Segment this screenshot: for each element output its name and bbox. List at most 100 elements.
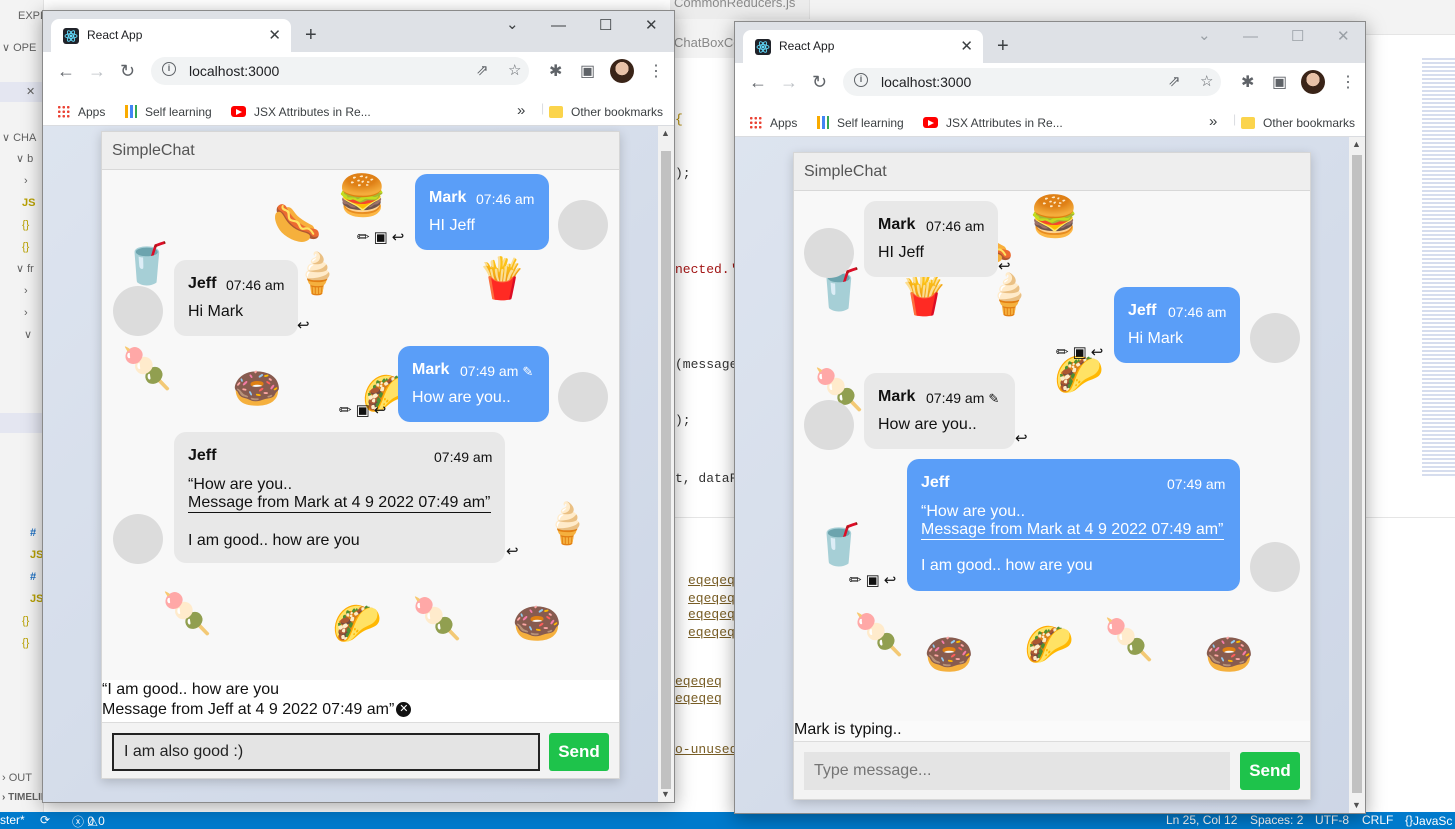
new-tab-icon[interactable]: + bbox=[305, 25, 317, 45]
bookmark-other[interactable]: Other bookmarks bbox=[1241, 116, 1355, 130]
selected-tree-item[interactable] bbox=[0, 413, 44, 433]
forward-icon[interactable]: → bbox=[780, 72, 798, 93]
encoding-status[interactable]: UTF-8 bbox=[1315, 813, 1349, 827]
tree-item[interactable]: ∨ bbox=[24, 325, 32, 345]
problem-link[interactable]: eqeqeq bbox=[675, 674, 722, 689]
tree-item[interactable]: › bbox=[24, 303, 28, 323]
bookmark-self-learning[interactable]: Self learning bbox=[817, 116, 904, 130]
message-bubble[interactable]: Mark 07:49 am ✎ How are you.. bbox=[864, 373, 1015, 449]
message-bubble[interactable]: Mark 07:49 am ✎ How are you.. bbox=[398, 346, 549, 422]
pencil-icon[interactable]: ✏ bbox=[849, 572, 862, 589]
archive-icon[interactable]: ▣ bbox=[356, 402, 370, 419]
scroll-up-icon[interactable]: ▲ bbox=[661, 128, 670, 138]
minimize-icon[interactable]: — bbox=[1243, 28, 1258, 45]
bookmarks-overflow[interactable]: » bbox=[1209, 113, 1217, 130]
extensions-icon[interactable]: ✱ bbox=[1241, 72, 1254, 92]
js-file-icon[interactable]: JS bbox=[22, 193, 35, 213]
bookmark-apps[interactable]: Apps bbox=[57, 105, 105, 119]
json-file-icon[interactable]: {} bbox=[22, 611, 29, 631]
info-icon[interactable]: i bbox=[162, 62, 176, 76]
sidepanel-icon[interactable]: ▣ bbox=[1272, 72, 1287, 92]
language-status[interactable]: {} JavaSc bbox=[1405, 813, 1452, 828]
page-scrollbar[interactable]: ▲ ▼ bbox=[1349, 137, 1365, 813]
reply-icon[interactable]: ↩ bbox=[998, 257, 1011, 275]
page-scrollbar[interactable]: ▲ ▼ bbox=[658, 126, 674, 802]
outline-section[interactable]: › OUT bbox=[2, 768, 32, 788]
open-editors-section[interactable]: ∨ OPE bbox=[2, 38, 36, 58]
pencil-icon[interactable]: ✏ bbox=[339, 402, 352, 419]
maximize-icon[interactable]: ☐ bbox=[1291, 27, 1304, 45]
back-icon[interactable]: ← bbox=[57, 61, 75, 82]
send-button[interactable]: Send bbox=[1240, 752, 1300, 790]
minimize-icon[interactable]: — bbox=[551, 17, 566, 34]
quoted-message[interactable]: “How are you.. Message from Mark at 4 9 … bbox=[921, 503, 1224, 540]
browser-tab[interactable]: React App ✕ bbox=[51, 19, 291, 52]
minimap[interactable] bbox=[1422, 58, 1455, 478]
send-button[interactable]: Send bbox=[549, 733, 609, 771]
message-input[interactable] bbox=[112, 733, 540, 771]
share-icon[interactable]: ⇗ bbox=[476, 61, 489, 79]
scroll-up-icon[interactable]: ▲ bbox=[1352, 139, 1361, 149]
archive-icon[interactable]: ▣ bbox=[1073, 344, 1087, 361]
json-file-icon[interactable]: {} bbox=[22, 633, 29, 653]
archive-icon[interactable]: ▣ bbox=[374, 229, 388, 246]
tree-item[interactable]: › bbox=[24, 281, 28, 301]
message-bubble[interactable]: Jeff 07:49 am “How are you.. Message fro… bbox=[907, 459, 1240, 591]
close-tab-icon[interactable]: ✕ bbox=[960, 37, 973, 55]
indentation-status[interactable]: Spaces: 2 bbox=[1250, 813, 1303, 827]
json-file-icon[interactable]: {} bbox=[22, 215, 29, 235]
address-bar[interactable]: i localhost:3000 ⇗ ☆ bbox=[843, 68, 1221, 96]
message-bubble[interactable]: Mark 07:46 am HI Jeff bbox=[864, 201, 998, 277]
chat-folder-section[interactable]: ∨ CHA bbox=[2, 128, 36, 148]
forward-icon[interactable]: → bbox=[88, 61, 106, 82]
problem-link[interactable]: eqeqeq bbox=[688, 573, 735, 588]
bookmark-self-learning[interactable]: Self learning bbox=[125, 105, 212, 119]
reply-icon[interactable]: ↩ bbox=[1091, 344, 1104, 361]
archive-icon[interactable]: ▣ bbox=[866, 572, 880, 589]
close-icon[interactable]: ✕ bbox=[396, 702, 412, 717]
sidepanel-icon[interactable]: ▣ bbox=[580, 61, 595, 81]
close-tab-icon[interactable]: ✕ bbox=[268, 26, 281, 44]
menu-icon[interactable]: ⋮ bbox=[648, 61, 664, 81]
css-file-icon[interactable]: # bbox=[30, 523, 36, 543]
json-file-icon[interactable]: {} bbox=[22, 237, 29, 257]
back-icon[interactable]: ← bbox=[749, 72, 767, 93]
reply-icon[interactable]: ↩ bbox=[884, 572, 897, 589]
scroll-down-icon[interactable]: ▼ bbox=[661, 789, 670, 799]
quoted-message[interactable]: “How are you.. Message from Mark at 4 9 … bbox=[188, 476, 491, 513]
tree-item[interactable]: ∨ b bbox=[16, 149, 33, 169]
browser-tab[interactable]: React App ✕ bbox=[743, 30, 983, 63]
problem-link[interactable]: eqeqeq bbox=[688, 625, 735, 640]
editor-tab[interactable]: CommonReducers.js bbox=[670, 0, 810, 19]
message-bubble[interactable]: Jeff 07:46 am Hi Mark bbox=[1114, 287, 1240, 363]
close-window-icon[interactable]: ✕ bbox=[1337, 27, 1350, 45]
problems-status[interactable]: ⓧ 0 ⚠ 0 bbox=[72, 813, 105, 829]
css-file-icon[interactable]: # bbox=[30, 567, 36, 587]
message-bubble[interactable]: Jeff 07:49 am “How are you.. Message fro… bbox=[174, 432, 505, 563]
message-bubble[interactable]: Mark 07:46 am HI Jeff bbox=[415, 174, 549, 250]
profile-avatar[interactable] bbox=[1301, 70, 1325, 94]
share-icon[interactable]: ⇗ bbox=[1168, 72, 1181, 90]
problem-link[interactable]: eqeqeq bbox=[688, 591, 735, 606]
selected-editor-row[interactable]: ✕ bbox=[0, 82, 44, 102]
pencil-icon[interactable]: ✏ bbox=[357, 229, 370, 246]
cursor-position[interactable]: Ln 25, Col 12 bbox=[1166, 813, 1237, 827]
bookmark-jsx[interactable]: JSX Attributes in Re... bbox=[923, 116, 1063, 130]
bookmark-apps[interactable]: Apps bbox=[749, 116, 797, 130]
bookmark-jsx[interactable]: JSX Attributes in Re... bbox=[231, 105, 371, 119]
reply-icon[interactable]: ↩ bbox=[392, 229, 405, 246]
tree-item[interactable]: › bbox=[24, 171, 28, 191]
chevron-down-icon[interactable]: ⌄ bbox=[506, 15, 519, 33]
star-icon[interactable]: ☆ bbox=[1200, 72, 1213, 90]
reply-icon[interactable]: ↩ bbox=[506, 542, 519, 560]
maximize-icon[interactable]: ☐ bbox=[599, 16, 612, 34]
message-list[interactable]: 🍔 🌭 🥤 🍦 🍟 🌮 🍩 🍡 🍦 🍡 🌮 🍡 🍩 Mark 07:46 am … bbox=[102, 170, 619, 680]
message-list[interactable]: 🍔 🌭 🥤 🍦 🍟 🌮 🍩 🍡 🥤 🍡 🌮 🍡 🍩 🍩 Mark 07:46 a… bbox=[794, 191, 1310, 721]
problem-link[interactable]: eqeqeq bbox=[688, 607, 735, 622]
branch-status[interactable]: ster* bbox=[0, 813, 25, 827]
bookmarks-overflow[interactable]: » bbox=[517, 102, 525, 119]
reload-icon[interactable]: ↻ bbox=[812, 72, 827, 93]
message-input[interactable] bbox=[804, 752, 1230, 790]
tree-item[interactable]: ∨ fr bbox=[16, 259, 34, 279]
pencil-icon[interactable]: ✏ bbox=[1056, 344, 1069, 361]
